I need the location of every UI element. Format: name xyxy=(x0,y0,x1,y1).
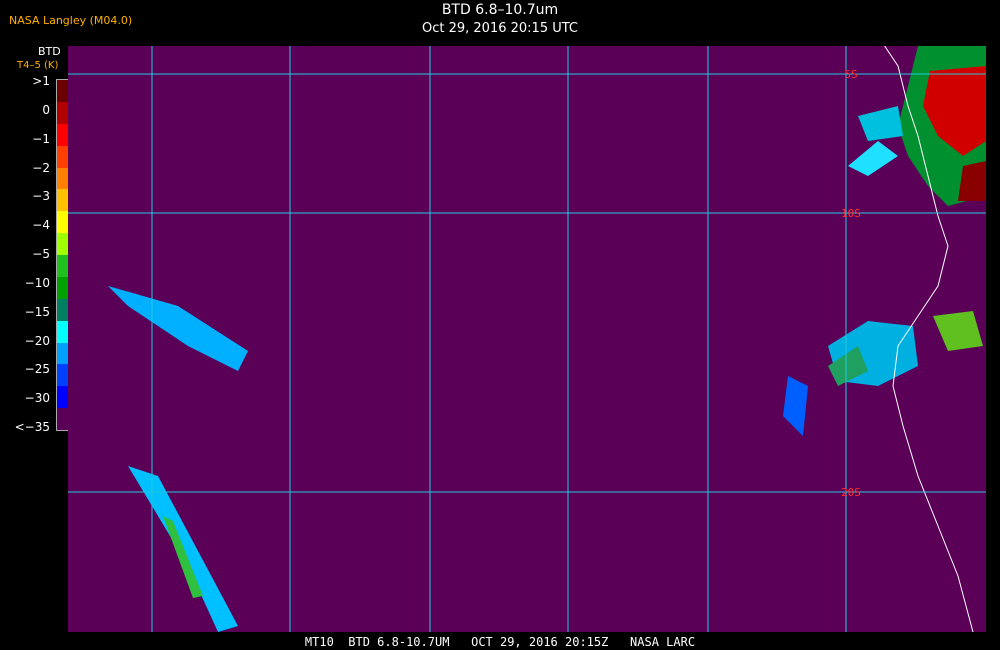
longitude-label: 5W xyxy=(423,46,437,48)
legend-tick-label: −3 xyxy=(32,189,50,204)
legend-tick-label: −1 xyxy=(32,131,50,146)
footer-caption: MT10 BTD 6.8-10.7UM OCT 29, 2016 20:15Z … xyxy=(304,635,696,649)
longitude-label: 10W xyxy=(280,46,300,48)
longitude-label: 0 xyxy=(565,46,572,48)
longitude-label: 5E xyxy=(701,46,714,48)
legend-tick-label: −25 xyxy=(24,362,50,377)
legend-tick-label: −10 xyxy=(24,275,50,290)
map-subtitle: Oct 29, 2016 20:15 UTC xyxy=(422,21,578,36)
legend-tick-label: −4 xyxy=(32,218,50,233)
legend-title: BTD xyxy=(38,45,61,58)
legend-tick-label: 0 xyxy=(42,102,50,117)
legend-tick-label: −2 xyxy=(32,160,50,175)
legend-tick-label: −15 xyxy=(24,304,50,319)
legend-tick-label: −20 xyxy=(24,333,50,348)
legend-tick-label: −5 xyxy=(32,247,50,261)
legend-tick-label: −30 xyxy=(24,391,50,406)
longitude-label: 15W xyxy=(142,46,162,48)
latitude-label: 20S xyxy=(841,486,861,499)
latitude-label: 5S xyxy=(844,68,857,81)
longitude-label: 10E xyxy=(836,46,856,48)
latitude-label: 10S xyxy=(841,207,861,220)
map-title: BTD 6.8–10.7um xyxy=(441,2,559,18)
legend-tick-label: <−35 xyxy=(14,420,50,434)
legend-units: T4–5 (K) xyxy=(17,60,59,71)
legend-tick-label: >1 xyxy=(32,74,50,88)
satellite-map: 15W 10W 5W 0 5E 10E 5S 10S 20S xyxy=(68,46,986,632)
